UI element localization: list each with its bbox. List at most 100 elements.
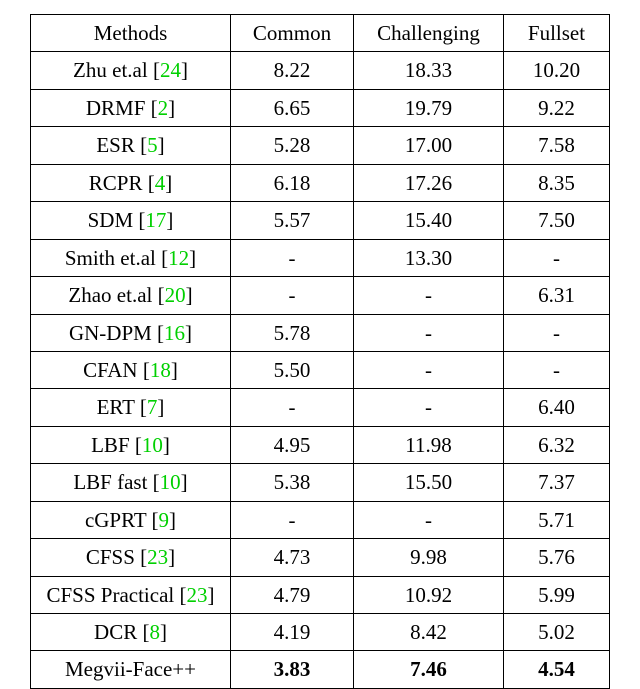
table-row: DCR [8]4.198.425.02 — [31, 614, 610, 651]
common-cell: - — [231, 239, 354, 276]
common-cell: - — [231, 501, 354, 538]
common-cell: 5.28 — [231, 127, 354, 164]
method-name: Zhao et.al — [68, 283, 152, 307]
fullset-cell: 6.31 — [504, 277, 610, 314]
table-row: Zhu et.al [24]8.2218.3310.20 — [31, 52, 610, 89]
method-name: DRMF — [86, 96, 146, 120]
challenging-cell: - — [354, 314, 504, 351]
fullset-cell: 10.20 — [504, 52, 610, 89]
method-cell: RCPR [4] — [31, 164, 231, 201]
common-cell: 3.83 — [231, 651, 354, 688]
method-name: ERT — [97, 395, 135, 419]
table-row: GN-DPM [16]5.78-- — [31, 314, 610, 351]
fullset-cell: 5.76 — [504, 539, 610, 576]
method-cell: CFSS [23] — [31, 539, 231, 576]
citation-link[interactable]: 20 — [165, 283, 186, 307]
method-name: CFSS — [86, 545, 135, 569]
method-name: Megvii-Face++ — [65, 657, 196, 681]
method-name: SDM — [88, 208, 134, 232]
citation-link[interactable]: 18 — [150, 358, 171, 382]
method-cell: ESR [5] — [31, 127, 231, 164]
challenging-cell: 8.42 — [354, 614, 504, 651]
method-name: GN-DPM — [69, 321, 152, 345]
method-cell: GN-DPM [16] — [31, 314, 231, 351]
col-methods: Methods — [31, 15, 231, 52]
method-cell: Zhu et.al [24] — [31, 52, 231, 89]
citation-link[interactable]: 16 — [164, 321, 185, 345]
col-challenging: Challenging — [354, 15, 504, 52]
challenging-cell: 11.98 — [354, 426, 504, 463]
method-cell: Smith et.al [12] — [31, 239, 231, 276]
challenging-cell: - — [354, 277, 504, 314]
col-fullset: Fullset — [504, 15, 610, 52]
method-cell: LBF [10] — [31, 426, 231, 463]
fullset-cell: 5.99 — [504, 576, 610, 613]
citation-link[interactable]: 23 — [187, 583, 208, 607]
method-cell: cGPRT [9] — [31, 501, 231, 538]
citation-link[interactable]: 23 — [147, 545, 168, 569]
fullset-cell: 8.35 — [504, 164, 610, 201]
citation-link[interactable]: 9 — [159, 508, 170, 532]
challenging-cell: - — [354, 501, 504, 538]
challenging-cell: 19.79 — [354, 89, 504, 126]
common-cell: 5.38 — [231, 464, 354, 501]
citation-link[interactable]: 8 — [149, 620, 160, 644]
fullset-cell: - — [504, 314, 610, 351]
method-cell: DRMF [2] — [31, 89, 231, 126]
challenging-cell: 10.92 — [354, 576, 504, 613]
common-cell: 5.57 — [231, 202, 354, 239]
challenging-cell: 15.40 — [354, 202, 504, 239]
fullset-cell: 7.50 — [504, 202, 610, 239]
fullset-cell: 5.71 — [504, 501, 610, 538]
citation-link[interactable]: 17 — [145, 208, 166, 232]
table-row: SDM [17]5.5715.407.50 — [31, 202, 610, 239]
citation-link[interactable]: 10 — [160, 470, 181, 494]
challenging-cell: 17.26 — [354, 164, 504, 201]
table-row: LBF fast [10]5.3815.507.37 — [31, 464, 610, 501]
common-cell: - — [231, 389, 354, 426]
table-row: ESR [5]5.2817.007.58 — [31, 127, 610, 164]
challenging-cell: 17.00 — [354, 127, 504, 164]
table-row: ERT [7]--6.40 — [31, 389, 610, 426]
method-cell: SDM [17] — [31, 202, 231, 239]
table-row: Smith et.al [12]-13.30- — [31, 239, 610, 276]
challenging-cell: - — [354, 351, 504, 388]
citation-link[interactable]: 2 — [158, 96, 169, 120]
common-cell: 4.73 — [231, 539, 354, 576]
challenging-cell: 15.50 — [354, 464, 504, 501]
table-header-row: Methods Common Challenging Fullset — [31, 15, 610, 52]
challenging-cell: 13.30 — [354, 239, 504, 276]
fullset-cell: 5.02 — [504, 614, 610, 651]
challenging-cell: - — [354, 389, 504, 426]
method-name: Smith et.al — [65, 246, 156, 270]
method-cell: LBF fast [10] — [31, 464, 231, 501]
method-name: DCR — [94, 620, 137, 644]
method-name: CFSS Practical — [46, 583, 174, 607]
method-name: LBF fast — [73, 470, 147, 494]
common-cell: 6.65 — [231, 89, 354, 126]
challenging-cell: 18.33 — [354, 52, 504, 89]
citation-link[interactable]: 12 — [168, 246, 189, 270]
table-row: CFAN [18]5.50-- — [31, 351, 610, 388]
common-cell: - — [231, 277, 354, 314]
citation-link[interactable]: 24 — [160, 58, 181, 82]
common-cell: 8.22 — [231, 52, 354, 89]
table-row: CFSS Practical [23]4.7910.925.99 — [31, 576, 610, 613]
fullset-cell: 6.40 — [504, 389, 610, 426]
method-cell: CFAN [18] — [31, 351, 231, 388]
fullset-cell: - — [504, 351, 610, 388]
method-name: ESR — [96, 133, 135, 157]
method-cell: Zhao et.al [20] — [31, 277, 231, 314]
fullset-cell: - — [504, 239, 610, 276]
citation-link[interactable]: 10 — [142, 433, 163, 457]
common-cell: 5.78 — [231, 314, 354, 351]
common-cell: 6.18 — [231, 164, 354, 201]
common-cell: 4.79 — [231, 576, 354, 613]
citation-link[interactable]: 4 — [155, 171, 166, 195]
citation-link[interactable]: 5 — [147, 133, 158, 157]
fullset-cell: 9.22 — [504, 89, 610, 126]
method-name: Zhu et.al — [73, 58, 148, 82]
col-common: Common — [231, 15, 354, 52]
method-name: LBF — [91, 433, 130, 457]
citation-link[interactable]: 7 — [147, 395, 158, 419]
